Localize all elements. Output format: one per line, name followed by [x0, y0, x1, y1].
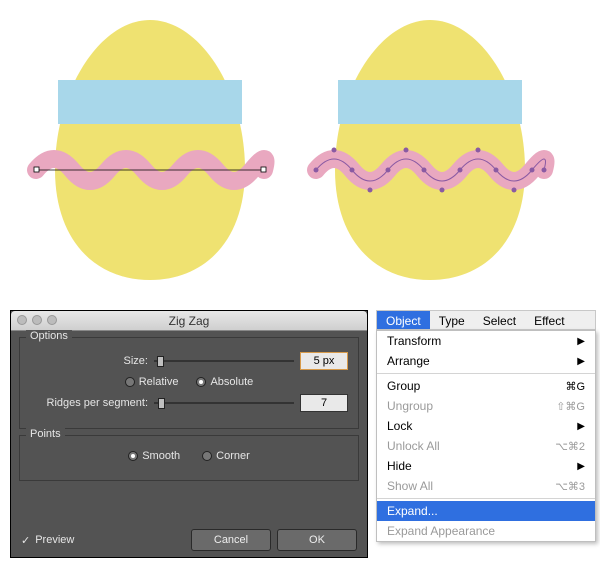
points-group: Points Smooth Corner [19, 435, 359, 481]
relative-radio[interactable]: Relative [125, 376, 179, 388]
submenu-arrow-icon: ▶ [577, 461, 585, 472]
menu-effect[interactable]: Effect [525, 311, 573, 329]
menu-item-unlock-all: Unlock All⌥⌘2 [377, 436, 595, 456]
menu-item-expand-appearance: Expand Appearance [377, 521, 595, 541]
smooth-radio[interactable]: Smooth [128, 450, 180, 462]
absolute-radio[interactable]: Absolute [196, 376, 253, 388]
menu-item-group[interactable]: Group⌘G [377, 376, 595, 396]
dialog-title-bar[interactable]: Zig Zag [11, 311, 367, 331]
menu-item-arrange[interactable]: Arrange▶ [377, 351, 595, 371]
ridges-label: Ridges per segment: [30, 397, 148, 409]
zigzag-dialog: Zig Zag Options Size: 5 px Relative Abso… [10, 310, 368, 558]
submenu-arrow-icon: ▶ [577, 356, 585, 367]
size-slider[interactable] [154, 354, 294, 368]
menu-item-lock[interactable]: Lock▶ [377, 416, 595, 436]
submenu-arrow-icon: ▶ [577, 336, 585, 347]
menu-item-expand[interactable]: Expand... [377, 501, 595, 521]
menu-select[interactable]: Select [474, 311, 525, 329]
options-group: Options Size: 5 px Relative Absolute Rid… [19, 337, 359, 429]
menu-item-ungroup: Ungroup⇧⌘G [377, 396, 595, 416]
points-label: Points [26, 428, 65, 440]
size-label: Size: [30, 355, 148, 367]
object-menu: Transform▶Arrange▶ Group⌘GUngroup⇧⌘GLock▶… [376, 330, 596, 542]
menu-bar: Object Type Select Effect [376, 310, 596, 330]
options-label: Options [26, 330, 72, 342]
menu-item-transform[interactable]: Transform▶ [377, 331, 595, 351]
menu-type[interactable]: Type [430, 311, 474, 329]
ridges-field[interactable]: 7 [300, 394, 348, 412]
shortcut-label: ⌘G [565, 380, 585, 393]
cancel-button[interactable]: Cancel [191, 529, 271, 551]
shortcut-label: ⌥⌘3 [555, 480, 585, 493]
menu-item-hide[interactable]: Hide▶ [377, 456, 595, 476]
shortcut-label: ⌥⌘2 [555, 440, 585, 453]
submenu-arrow-icon: ▶ [577, 421, 585, 432]
shortcut-label: ⇧⌘G [556, 400, 585, 413]
ridges-slider[interactable] [154, 396, 294, 410]
corner-radio[interactable]: Corner [202, 450, 250, 462]
menu-object[interactable]: Object [377, 311, 430, 329]
preview-checkbox[interactable]: ✓ Preview [21, 534, 74, 547]
artwork-svg [0, 0, 600, 306]
window-controls[interactable] [17, 315, 57, 325]
menu-item-show-all: Show All⌥⌘3 [377, 476, 595, 496]
canvas [0, 0, 600, 306]
ok-button[interactable]: OK [277, 529, 357, 551]
size-field[interactable]: 5 px [300, 352, 348, 370]
dialog-title: Zig Zag [169, 314, 210, 328]
